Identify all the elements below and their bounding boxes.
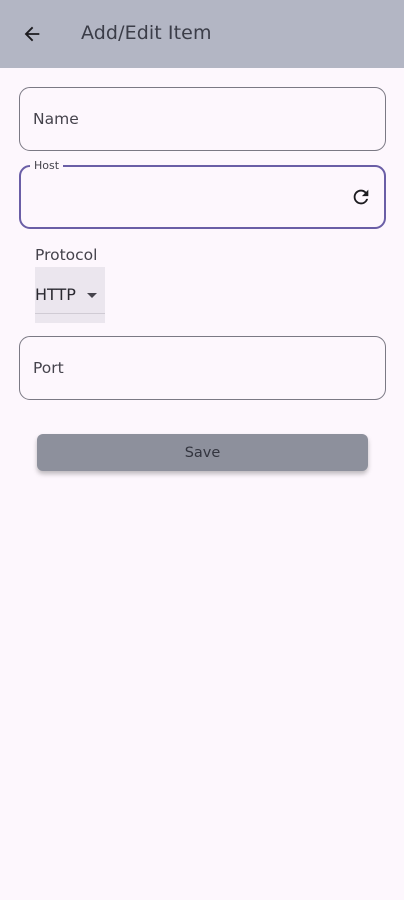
refresh-icon	[353, 189, 369, 205]
refresh-button[interactable]	[346, 182, 376, 212]
protocol-dropdown[interactable]: HTTP	[35, 267, 105, 323]
save-button[interactable]: Save	[37, 434, 368, 471]
dropdown-underline	[35, 313, 105, 314]
protocol-label: Protocol	[35, 246, 98, 264]
app-bar: Add/Edit Item	[0, 0, 404, 68]
port-field-label: Port	[33, 359, 64, 377]
dropdown-arrow-icon	[87, 293, 97, 298]
port-field[interactable]: Port	[19, 336, 386, 400]
host-field-label: Host	[30, 159, 64, 172]
protocol-selected-value: HTTP	[35, 285, 76, 304]
back-button[interactable]	[12, 14, 52, 54]
page-title: Add/Edit Item	[81, 22, 212, 44]
arrow-left-icon	[24, 26, 40, 42]
name-field[interactable]: Name	[19, 87, 386, 151]
host-field[interactable]: Host	[19, 159, 386, 229]
name-field-label: Name	[33, 110, 79, 128]
